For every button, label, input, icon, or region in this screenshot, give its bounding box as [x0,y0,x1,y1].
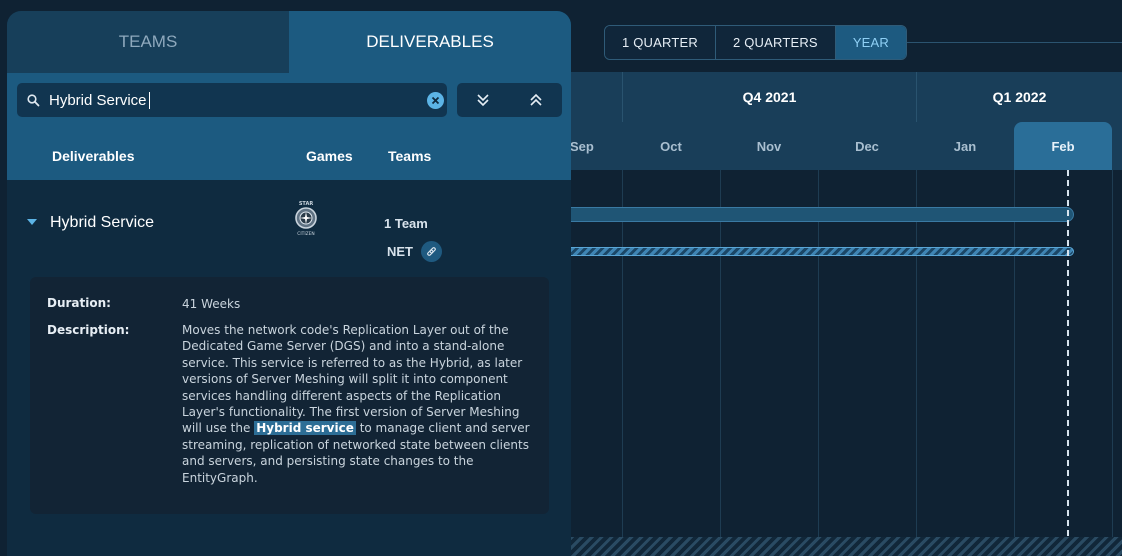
column-teams[interactable]: Teams [388,148,431,164]
description-label: Description: [47,323,130,337]
svg-text:STAR: STAR [299,201,313,207]
duration-value: 41 Weeks [182,297,241,311]
grid-line [916,170,917,556]
close-icon [431,96,440,105]
month-jan: Jan [953,138,977,154]
deliverables-panel: TEAMS DELIVERABLES Hybrid Service Delive… [7,11,571,556]
month-nov: Nov [756,138,782,154]
range-divider-line [898,42,1122,43]
month-sep: Sep [570,138,594,154]
duration-label: Duration: [47,296,111,310]
caret-down-icon[interactable] [27,219,37,225]
team-link-button[interactable] [421,241,442,262]
collapse-all-icon[interactable] [528,92,544,108]
deliverable-timeline-bar[interactable] [570,207,1074,222]
grid-line [622,170,623,556]
time-range-selector: 1 QUARTER 2 QUARTERS YEAR [604,25,908,60]
grid-line [1014,170,1015,556]
svg-text:CITIZEN: CITIZEN [297,231,314,237]
team-tag-net: NET [387,241,442,262]
description-part-1: Moves the network code's Replication Lay… [182,323,523,436]
grid-line [818,170,819,556]
panel-tabs: TEAMS DELIVERABLES [7,11,571,73]
column-games[interactable]: Games [306,148,353,164]
expand-all-icon[interactable] [475,92,491,108]
range-1-quarter-button[interactable]: 1 QUARTER [605,26,716,59]
search-highlight: Hybrid service [254,421,356,436]
tab-teams[interactable]: TEAMS [7,11,289,73]
grid-line [720,170,721,556]
quarter-header-row: Q4 2021 Q1 2022 [570,72,1122,122]
quarter-q1-2022: Q1 2022 [916,72,1122,122]
quarter-q4-2021: Q4 2021 [622,72,916,122]
team-tag-label: NET [387,244,413,259]
range-2-quarters-button[interactable]: 2 QUARTERS [715,26,836,59]
search-input[interactable]: Hybrid Service [17,83,447,117]
clear-search-button[interactable] [427,92,444,109]
grid-line [1112,170,1113,556]
expand-collapse-group [457,83,562,117]
column-deliverables[interactable]: Deliverables [52,148,135,164]
month-dec: Dec [855,138,879,154]
column-headers: Deliverables Games Teams [7,133,571,180]
search-icon [27,93,40,106]
month-oct: Oct [660,138,682,154]
hatched-area [570,537,1122,556]
team-timeline-bar[interactable] [570,247,1074,256]
star-citizen-logo: STAR CITIZEN [295,201,317,237]
month-header-row: Sep Oct Nov Dec Jan Feb [570,122,1122,170]
team-count: 1 Team [384,216,428,231]
description-text: Moves the network code's Replication Lay… [182,322,542,486]
text-cursor [148,91,150,109]
link-icon [427,247,436,256]
panel-toolbar: Hybrid Service [7,73,571,133]
search-value: Hybrid Service [49,91,147,109]
deliverable-row[interactable]: Hybrid Service STAR CITIZEN 1 Team NET [7,180,571,280]
month-feb: Feb [1014,122,1112,170]
deliverable-details: Duration: 41 Weeks Description: Moves th… [30,277,549,514]
tab-deliverables[interactable]: DELIVERABLES [289,11,571,73]
today-marker [1067,170,1069,556]
range-year-button[interactable]: YEAR [835,26,907,59]
deliverable-title: Hybrid Service [50,214,155,231]
